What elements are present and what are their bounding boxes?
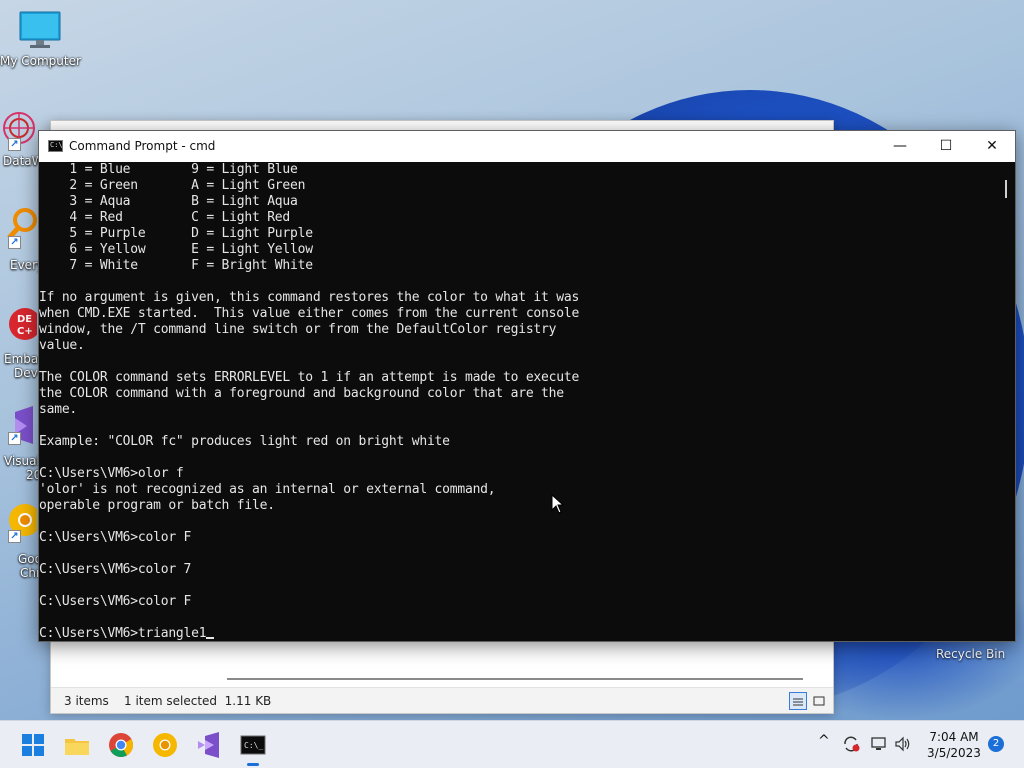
command-prompt-window[interactable]: C:\ Command Prompt - cmd — ☐ ✕ 1 = Blue … (38, 130, 1016, 642)
command-prompt-icon[interactable]: C:\_ (239, 731, 267, 766)
visual-studio-icon[interactable] (195, 731, 223, 759)
console-line: 1 = Blue 9 = Light Blue (39, 162, 298, 177)
network-icon[interactable] (870, 735, 888, 753)
status-bar: 3 items 1 item selected 1.11 KB (51, 687, 833, 713)
console-line: C:\Users\VM6>color 7 (39, 562, 192, 577)
desktop-icon-label: Recycle Bin (936, 647, 1006, 661)
title-bar[interactable]: C:\ Command Prompt - cmd — ☐ ✕ (39, 131, 1015, 162)
console-line: Example: "COLOR fc" produces light red o… (39, 434, 450, 449)
large-icons-view-icon[interactable] (811, 692, 829, 710)
shortcut-arrow-icon: ↗ (8, 138, 21, 151)
command-prompt-icon: C:\ (48, 140, 63, 152)
console-line: 3 = Aqua B = Light Aqua (39, 194, 298, 209)
console-output[interactable]: 1 = Blue 9 = Light Blue 2 = Green A = Li… (39, 162, 999, 641)
desktop-icon-visual-studio[interactable]: ↗ Visual 20 (0, 404, 42, 482)
console-line: C:\Users\VM6>color F (39, 594, 192, 609)
console-line: 'olor' is not recognized as an internal … (39, 482, 496, 497)
svg-text:C:\_: C:\_ (244, 741, 263, 750)
window-title: Command Prompt - cmd (69, 139, 216, 153)
svg-text:C+: C+ (17, 326, 33, 337)
desktop-icon-label: My Computer (0, 54, 81, 68)
scrollbar-thumb[interactable] (1005, 180, 1007, 198)
console-line: C:\Users\VM6>color F (39, 530, 192, 545)
desktop-icon-label: DataW (3, 154, 44, 168)
text-cursor (206, 637, 215, 639)
console-line: same. (39, 402, 78, 417)
desktop-icon-my-computer[interactable]: My Computer (0, 10, 81, 68)
console-line: operable program or batch file. (39, 498, 275, 513)
sync-icon[interactable] (842, 735, 860, 753)
desktop-icon-label: 20 (26, 468, 42, 482)
horizontal-scrollbar[interactable] (227, 678, 803, 680)
chrome-icon[interactable] (107, 731, 135, 759)
clock-time: 7:04 AM (929, 730, 979, 744)
console-line: 5 = Purple D = Light Purple (39, 226, 313, 241)
vertical-scrollbar[interactable] (998, 162, 1015, 641)
status-selection: 1 item selected 1.11 KB (124, 694, 272, 708)
shortcut-arrow-icon: ↗ (8, 236, 21, 249)
embarcadero-dev-icon: DE C+ (9, 308, 41, 340)
console-line: window, the /T command line switch or fr… (39, 322, 557, 337)
file-explorer-icon[interactable] (63, 731, 91, 759)
desktop-icon-label: Every (10, 258, 45, 272)
status-item-count: 3 items (64, 694, 109, 708)
details-view-icon[interactable] (789, 692, 807, 710)
chrome-canary-icon[interactable] (151, 731, 179, 759)
desktop-icon-label: Visual (4, 454, 40, 468)
desktop-icon-recycle-bin[interactable]: Recycle Bin (936, 647, 1005, 661)
desktop-icon-label: Dev- (14, 366, 42, 380)
console-line: when CMD.EXE started. This value either … (39, 306, 580, 321)
console-line: value. (39, 338, 85, 353)
clock-date: 3/5/2023 (927, 746, 981, 760)
close-button[interactable]: ✕ (969, 131, 1015, 162)
console-line: If no argument is given, this command re… (39, 290, 580, 305)
monitor-icon (19, 11, 61, 48)
console-line: C:\Users\VM6>triangle1 (39, 626, 207, 641)
console-line: the COLOR command with a foreground and … (39, 386, 564, 401)
desktop-icon-dataw[interactable]: ↗ DataW (0, 106, 44, 168)
minimize-button[interactable]: — (877, 131, 923, 162)
desktop-icon-label: Chr (20, 566, 41, 580)
desktop-icon-embarcadero-dev-cpp[interactable]: DE C+ Embar Dev- (0, 302, 44, 380)
volume-icon[interactable] (894, 735, 912, 753)
desktop-icon-everything[interactable]: ↗ Every (0, 202, 45, 272)
desktop-icon-label: Goo (18, 552, 42, 566)
start-icon[interactable] (19, 731, 47, 759)
svg-text:DE: DE (17, 314, 32, 325)
tray-chevron-up-icon[interactable]: ^ (818, 733, 830, 749)
console-line: 4 = Red C = Light Red (39, 210, 291, 225)
taskbar: C:\_ ^ 7:04 AM 3/5/2023 (0, 720, 1024, 768)
desktop-icon-google-chrome[interactable]: ↗ Goo Chr (0, 498, 42, 580)
notification-badge[interactable]: 2 (988, 736, 1004, 752)
console-line: 6 = Yellow E = Light Yellow (39, 242, 313, 257)
clock[interactable]: 7:04 AM 3/5/2023 (916, 729, 992, 761)
console-text: 1 = Blue 9 = Light Blue 2 = Green A = Li… (39, 162, 999, 641)
desktop-icon-label: Embar (4, 352, 44, 366)
console-line: 7 = White F = Bright White (39, 258, 313, 273)
shortcut-arrow-icon: ↗ (8, 530, 21, 543)
shortcut-arrow-icon: ↗ (8, 432, 21, 445)
console-line: C:\Users\VM6>olor f (39, 466, 184, 481)
maximize-button[interactable]: ☐ (923, 131, 969, 162)
console-line: The COLOR command sets ERRORLEVEL to 1 i… (39, 370, 580, 385)
console-line: 2 = Green A = Light Green (39, 178, 306, 193)
mouse-pointer-icon (551, 494, 565, 514)
